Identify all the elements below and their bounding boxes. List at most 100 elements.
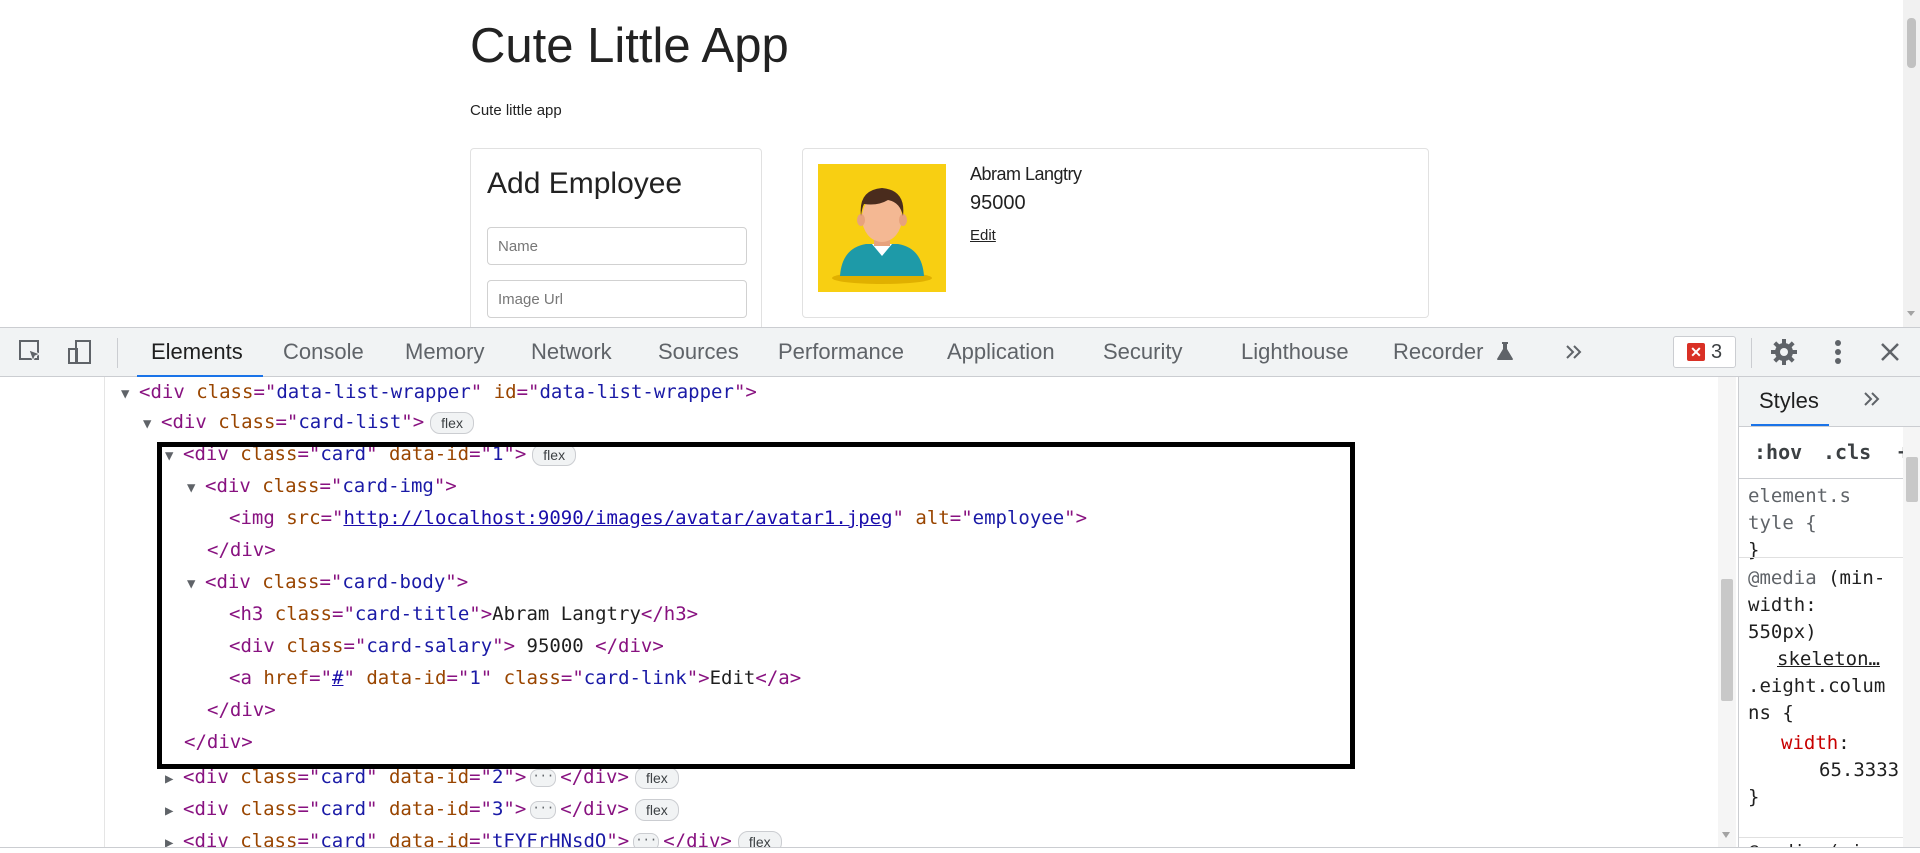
expand-triangle-icon[interactable]: ▶ <box>165 796 183 826</box>
rule-separator <box>1739 557 1920 558</box>
close-icon[interactable] <box>1874 336 1906 368</box>
error-count: 3 <box>1710 340 1723 363</box>
rule-separator <box>1739 837 1920 838</box>
settings-gear-icon[interactable] <box>1768 336 1800 368</box>
flask-icon <box>1496 342 1513 360</box>
elements-scrollbar[interactable] <box>1718 377 1736 847</box>
add-employee-heading: Add Employee <box>487 167 683 200</box>
css-property-name[interactable]: width: <box>1781 730 1850 757</box>
flex-badge[interactable]: flex <box>634 798 679 821</box>
cls-toggle[interactable]: .cls <box>1823 440 1871 464</box>
collapse-triangle-icon[interactable]: ▼ <box>187 473 205 503</box>
toolbar-separator <box>1751 338 1752 368</box>
expand-triangle-icon[interactable]: ▶ <box>165 764 183 794</box>
elements-panel: ▼ <div class="data-list-wrapper" id="data… <box>0 377 1738 847</box>
flex-badge[interactable]: flex <box>532 443 577 466</box>
page-scroll-thumb[interactable] <box>1907 18 1916 68</box>
rule-close: } <box>1748 786 1760 808</box>
dom-node-img[interactable]: <img src="http://localhost:9090/images/a… <box>229 503 1087 533</box>
window-bottom-edge <box>0 847 1920 853</box>
media-query-line: width: <box>1748 594 1817 616</box>
media-query-line: 550px) <box>1748 621 1817 643</box>
flex-badge[interactable]: flex <box>634 766 679 789</box>
element-style-selector: tyle { <box>1748 512 1817 534</box>
more-tabs-icon[interactable] <box>1558 336 1590 368</box>
tab-application[interactable]: Application <box>947 328 1055 376</box>
inspect-element-icon[interactable] <box>15 336 47 368</box>
tab-recorder[interactable]: Recorder <box>1393 328 1514 376</box>
kebab-menu-icon[interactable] <box>1822 336 1854 368</box>
devtools-toolbar: Elements Console Memory Network Sources … <box>0 327 1920 377</box>
edit-link[interactable]: Edit <box>970 227 996 244</box>
tab-network[interactable]: Network <box>531 328 612 376</box>
name-input[interactable] <box>487 227 747 265</box>
page-subtitle: Cute little app <box>470 102 562 119</box>
expand-triangle-icon[interactable]: ▶ <box>165 828 183 847</box>
more-panes-icon[interactable] <box>1861 388 1887 414</box>
errors-badge[interactable]: ✕ 3 <box>1673 336 1736 368</box>
employee-name: Abram Langtry <box>970 164 1082 184</box>
styles-pane: Styles :hov .cls + element.s tyle { } @m… <box>1738 377 1920 847</box>
tab-security[interactable]: Security <box>1103 328 1182 376</box>
tab-console[interactable]: Console <box>283 328 364 376</box>
add-employee-panel: Add Employee <box>470 148 762 327</box>
dom-node-close-div[interactable]: </div> <box>207 695 276 725</box>
dom-node-card-2[interactable]: ▶ <div class="card" data-id="2"> ··· </div>… <box>165 762 679 792</box>
styles-scroll-thumb[interactable] <box>1906 457 1918 502</box>
element-style-close: } <box>1748 539 1760 561</box>
dom-node-card-body[interactable]: ▼ <div class="card-body"> <box>187 567 468 597</box>
elements-scroll-down-arrow[interactable] <box>1722 832 1730 838</box>
dom-node-card-list[interactable]: ▼ <div class="card-list"> flex <box>143 407 474 437</box>
tab-styles[interactable]: Styles <box>1751 377 1829 426</box>
styles-header: Styles <box>1739 377 1920 427</box>
elements-scroll-thumb[interactable] <box>1721 579 1733 701</box>
dom-node-card-img[interactable]: ▼ <div class="card-img"> <box>187 471 457 501</box>
href-link[interactable]: # <box>332 667 343 689</box>
styles-filter-bar: :hov .cls + <box>1739 427 1920 479</box>
employee-salary: 95000 <box>970 192 1026 214</box>
flex-badge[interactable]: flex <box>430 411 474 434</box>
collapse-triangle-icon[interactable]: ▼ <box>143 409 161 439</box>
dom-node-card-3[interactable]: ▶ <div class="card" data-id="3"> ··· </div>… <box>165 794 679 824</box>
collapsed-ellipsis-icon[interactable]: ··· <box>633 832 660 847</box>
collapsed-ellipsis-icon[interactable]: ··· <box>530 768 557 787</box>
flex-badge[interactable]: flex <box>737 830 782 847</box>
dom-node-card-link[interactable]: <a href="#" data-id="1" class="card-link… <box>229 663 801 693</box>
image-src-link[interactable]: http://localhost:9090/images/avatar/avat… <box>343 507 892 529</box>
media-query-line: @media (min- <box>1748 839 1885 847</box>
page-title: Cute Little App <box>470 19 789 73</box>
stylesheet-source-link[interactable]: skeleton… <box>1777 646 1880 673</box>
page-scroll-down-arrow[interactable] <box>1907 311 1915 316</box>
dom-node-card-1[interactable]: ▼ <div class="card" data-id="1"> flex <box>165 439 577 471</box>
dom-node-close-div[interactable]: </div> <box>184 727 253 757</box>
avatar-person-icon <box>832 188 932 284</box>
hov-toggle[interactable]: :hov <box>1754 440 1802 464</box>
dom-node-card-salary[interactable]: <div class="card-salary"> 95000 </div> <box>229 631 664 661</box>
page-viewport: Cute Little App Cute little app Add Empl… <box>0 0 1920 327</box>
collapsed-ellipsis-icon[interactable]: ··· <box>530 800 557 819</box>
dom-node-data-list-wrapper[interactable]: ▼ <div class="data-list-wrapper" id="data… <box>121 377 757 407</box>
tab-lighthouse[interactable]: Lighthouse <box>1241 328 1349 376</box>
dom-node-close-div[interactable]: </div> <box>207 535 276 565</box>
indent-guide <box>104 377 105 847</box>
dom-node-card-title[interactable]: <h3 class="card-title">Abram Langtry</h3… <box>229 599 698 629</box>
tab-sources[interactable]: Sources <box>658 328 739 376</box>
collapse-triangle-icon[interactable]: ▼ <box>121 379 139 409</box>
css-property-value[interactable]: 65.3333 <box>1819 757 1899 784</box>
employee-card: Abram Langtry 95000 Edit <box>802 148 1429 318</box>
element-style-selector: element.s <box>1748 485 1851 507</box>
tab-elements[interactable]: Elements <box>137 328 263 377</box>
tab-performance[interactable]: Performance <box>778 328 904 376</box>
toolbar-separator <box>117 338 118 368</box>
rule-selector: ns { <box>1748 702 1794 724</box>
tab-memory[interactable]: Memory <box>405 328 484 376</box>
page-scrollbar[interactable] <box>1903 0 1920 327</box>
styles-scrollbar[interactable] <box>1903 427 1920 847</box>
dom-node-card-tfyfrhnsdo[interactable]: ▶ <div class="card" data-id="tFYFrHNsdO">… <box>165 826 782 847</box>
collapse-triangle-icon[interactable]: ▼ <box>165 441 183 471</box>
employee-avatar <box>818 164 946 292</box>
collapse-triangle-icon[interactable]: ▼ <box>187 569 205 599</box>
image-url-input[interactable] <box>487 280 747 318</box>
device-toggle-icon[interactable] <box>64 336 96 368</box>
rule-selector: .eight.colum <box>1748 675 1886 697</box>
